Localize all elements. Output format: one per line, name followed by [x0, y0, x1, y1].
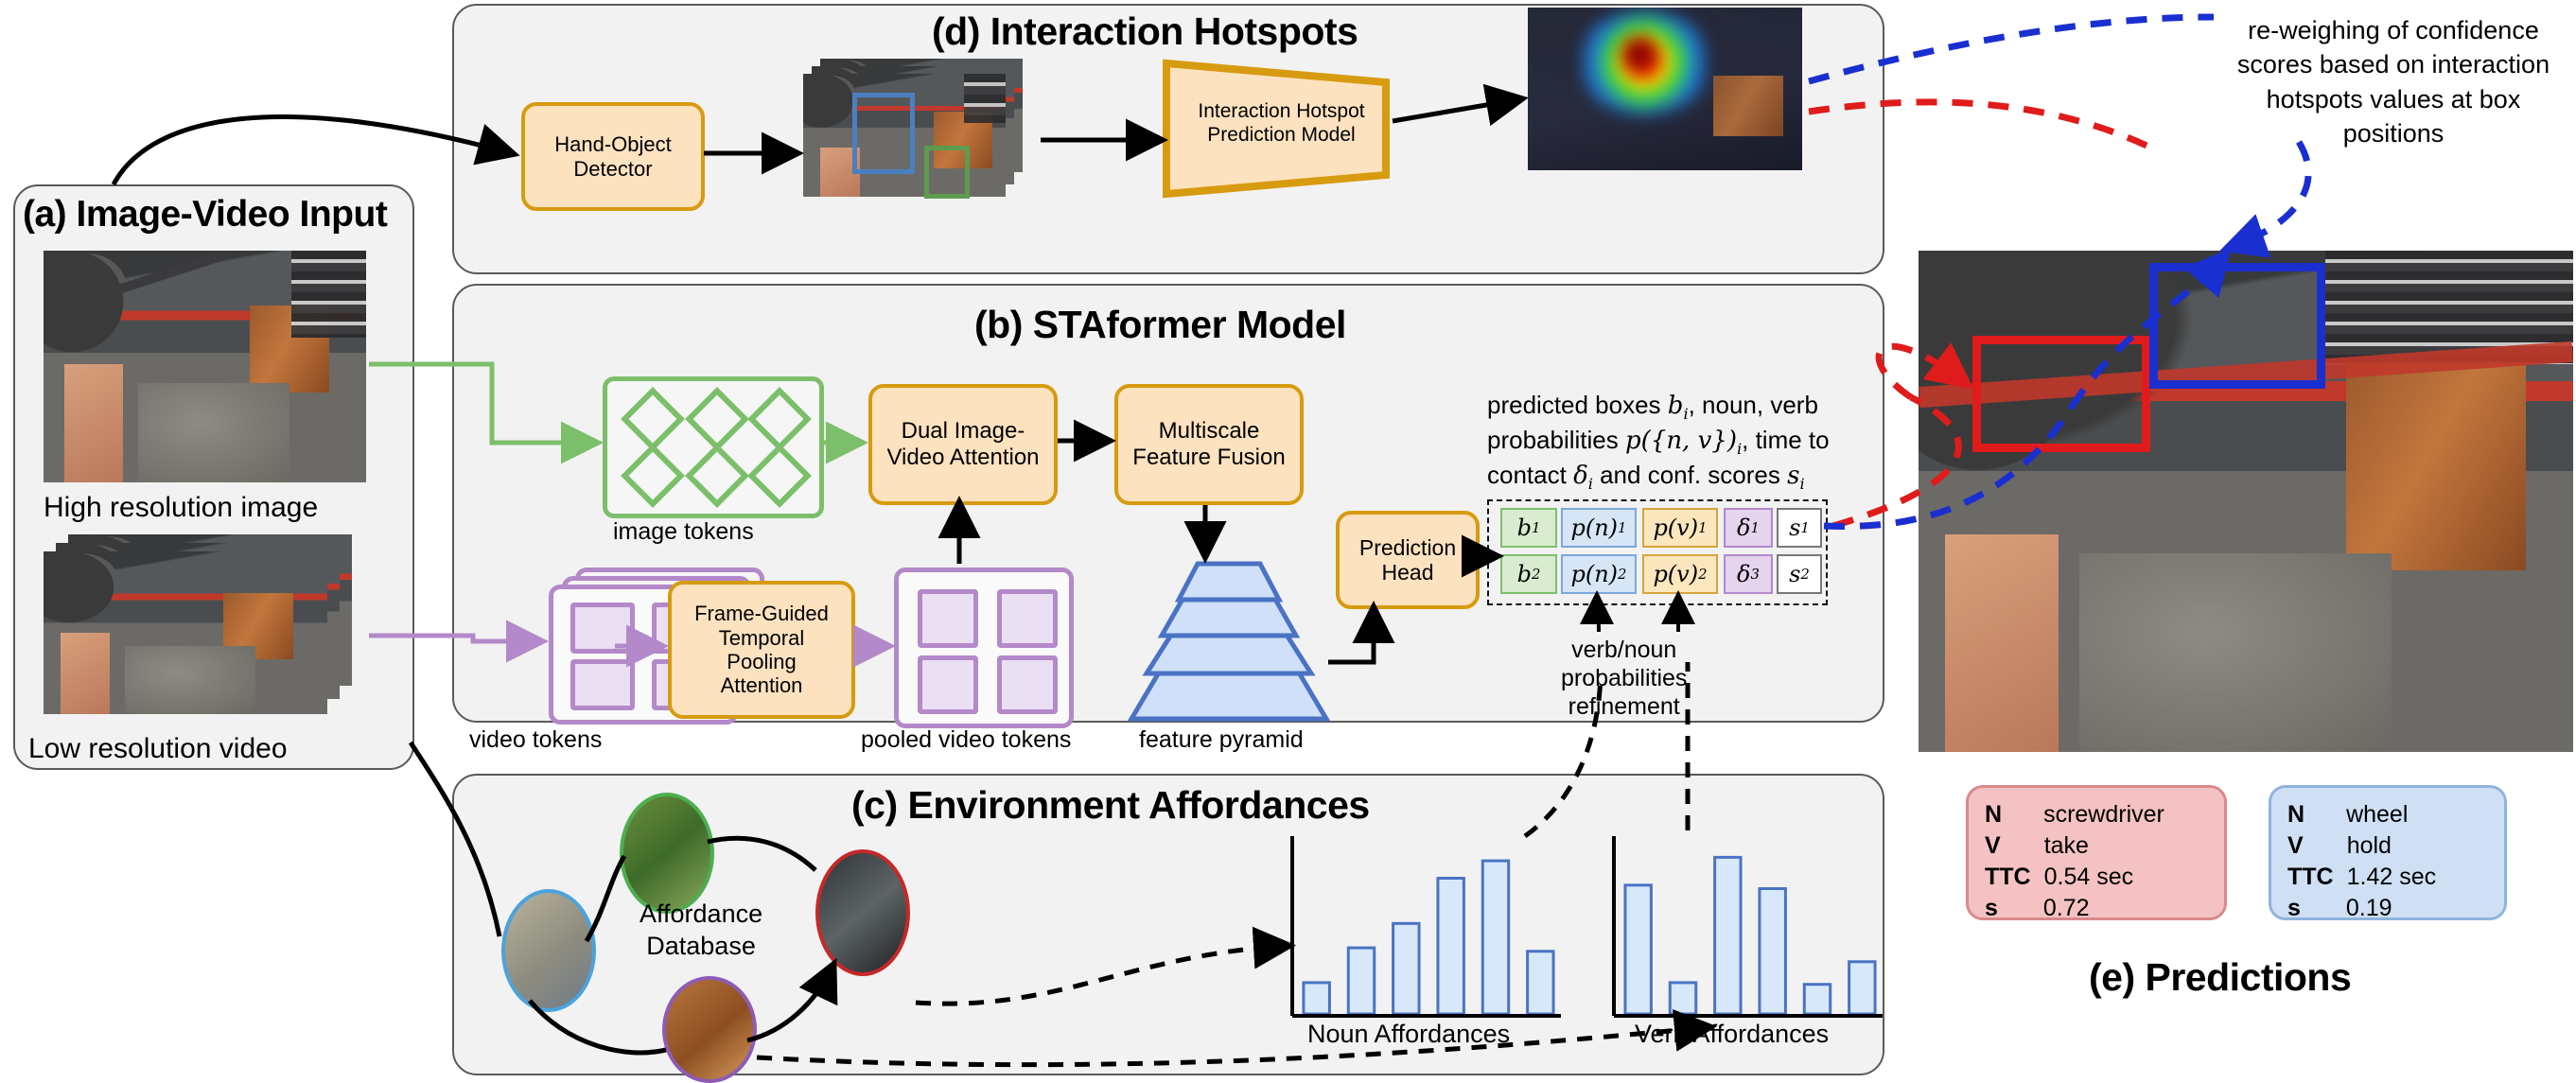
- cell-b1: b1: [1500, 508, 1557, 548]
- affordance-thumb-red: [815, 849, 910, 976]
- reweighing-line-3: hotspots values at box: [2266, 84, 2521, 114]
- wheel-card-rows: Nwheel Vhold TTC 1.42 sec s 0.19: [2287, 799, 2505, 924]
- row-val-n-2: wheel: [2346, 801, 2409, 828]
- row-key-s: s: [1985, 895, 1998, 921]
- row-key-ttc-2: TTC: [2287, 864, 2334, 890]
- bar: [1758, 887, 1787, 1016]
- caption-line-3: contact δi and conf. scores si: [1487, 461, 1805, 494]
- reweighing-annotation: re-weighing of confidence scores based o…: [2204, 13, 2576, 151]
- cell-pn2: p(n) 2: [1561, 554, 1637, 594]
- pooled-video-tokens-box: [894, 568, 1074, 728]
- panel-b-title: (b) STAformer Model: [974, 303, 1346, 346]
- panel-d-title: (d) Interaction Hotspots: [932, 9, 1358, 53]
- bar: [1481, 859, 1511, 1016]
- bar: [1302, 981, 1331, 1016]
- reweighing-line-1: re-weighing of confidence: [2248, 16, 2539, 44]
- frame-guided-pooling-label: Frame-Guided Temporal Pooling Attention: [694, 602, 829, 698]
- row-key-v: V: [1985, 832, 2001, 859]
- screwdriver-card-rows: Nscrewdriver Vtake TTC 0.54 sec s 0.72: [1985, 799, 2221, 924]
- frame-guided-pooling-box[interactable]: Frame-Guided Temporal Pooling Attention: [668, 581, 855, 719]
- cell-s2: s2: [1777, 554, 1822, 594]
- row-val-v: take: [2043, 832, 2089, 859]
- ihpm-label: Interaction Hotspot Prediction Model: [1198, 100, 1365, 147]
- detection-bbox-blue: [852, 93, 915, 174]
- row-key-n-2: N: [2287, 801, 2305, 828]
- bar: [1526, 950, 1555, 1016]
- bar: [1802, 983, 1832, 1016]
- row-val-s-2: 0.19: [2345, 895, 2392, 921]
- dual-image-video-attention-label: Dual Image- Video Attention: [886, 418, 1040, 470]
- hotspot-heatmap-image: [1528, 8, 1802, 170]
- noun-affordances-chart: Noun Affordances: [1287, 830, 1570, 1067]
- image-tokens-label: image tokens: [613, 518, 754, 545]
- row-key-n: N: [1985, 801, 2003, 828]
- prediction-head-label: Prediction Head: [1358, 534, 1457, 585]
- low-res-video-stack: [44, 534, 365, 724]
- bar: [1392, 921, 1421, 1016]
- cell-delta1: δ1: [1724, 508, 1773, 548]
- dual-image-video-attention-box[interactable]: Dual Image- Video Attention: [868, 384, 1058, 505]
- prediction-output-caption: predicted boxes bi, noun, verb probabili…: [1487, 390, 1894, 495]
- noun-chart-xlabel: Noun Affordances: [1307, 1020, 1511, 1048]
- caption-line-1: predicted boxes bi, noun, verb: [1487, 391, 1818, 424]
- panel-c-title: (c) Environment Affordances: [851, 783, 1370, 827]
- detection-bbox-green: [924, 146, 970, 199]
- bar: [1436, 876, 1465, 1016]
- affordance-thumb-blue: [501, 889, 596, 1012]
- row-key-ttc: TTC: [1985, 864, 2031, 890]
- hand-object-detector-label: Hand-Object Detector: [554, 132, 672, 181]
- row-val-ttc-2: 1.42 sec: [2346, 864, 2437, 890]
- bar: [1713, 855, 1743, 1016]
- panel-a-title: (a) Image-Video Input: [23, 194, 388, 235]
- row-val-s: 0.72: [2042, 895, 2090, 921]
- multiscale-feature-fusion-box[interactable]: Multiscale Feature Fusion: [1114, 384, 1304, 505]
- detection-frames-stack: [803, 59, 1035, 205]
- panel-e-title: (e) Predictions: [2089, 955, 2352, 999]
- high-res-input-image: [44, 251, 366, 482]
- cell-s1: s1: [1777, 508, 1822, 548]
- row-val-v-2: hold: [2346, 832, 2392, 859]
- low-res-video-caption: Low resolution video: [28, 733, 288, 764]
- cell-pv2: p(v) 2: [1642, 554, 1718, 594]
- cell-b2: b2: [1500, 554, 1557, 594]
- caption-line-2: probabilities p({n, v})i, time to: [1487, 426, 1830, 459]
- pooled-video-tokens-label: pooled video tokens: [861, 726, 1072, 753]
- bar: [1623, 883, 1653, 1016]
- verb-affordances-chart: Verb Affordances: [1608, 830, 1892, 1067]
- affordance-thumb-purple: [662, 976, 757, 1083]
- row-key-s-2: s: [2287, 895, 2301, 921]
- feature-pyramid-label: feature pyramid: [1139, 726, 1304, 753]
- prediction-bbox-red: [1972, 336, 2150, 452]
- high-res-image-caption: High resolution image: [44, 492, 319, 523]
- verb-chart-xlabel: Verb Affordances: [1635, 1020, 1830, 1048]
- reweighing-line-2: scores based on interaction: [2236, 50, 2550, 79]
- row-val-ttc: 0.54 sec: [2043, 864, 2134, 890]
- row-val-n: screwdriver: [2043, 801, 2164, 828]
- bar: [1346, 946, 1376, 1016]
- bar: [1668, 981, 1698, 1016]
- prediction-bbox-blue: [2149, 263, 2325, 389]
- cell-delta2: δ3: [1724, 554, 1773, 594]
- image-tokens-box: [603, 376, 824, 518]
- multiscale-feature-fusion-label: Multiscale Feature Fusion: [1132, 418, 1286, 470]
- cell-pv1: p(v) 1: [1642, 508, 1718, 548]
- cell-pn1: p(n) 1: [1561, 508, 1637, 548]
- prediction-head-box[interactable]: Prediction Head: [1336, 511, 1480, 609]
- bar: [1848, 960, 1877, 1016]
- affordance-database-label: Affordance Database: [640, 900, 763, 960]
- row-key-v-2: V: [2287, 832, 2304, 859]
- hand-object-detector-box[interactable]: Hand-Object Detector: [521, 102, 705, 211]
- refinement-note: verb/noun probabilities refinement: [1561, 637, 1688, 720]
- video-tokens-label: video tokens: [469, 726, 603, 753]
- affordance-thumb-green: [620, 793, 714, 914]
- reweighing-line-4: positions: [2342, 119, 2445, 148]
